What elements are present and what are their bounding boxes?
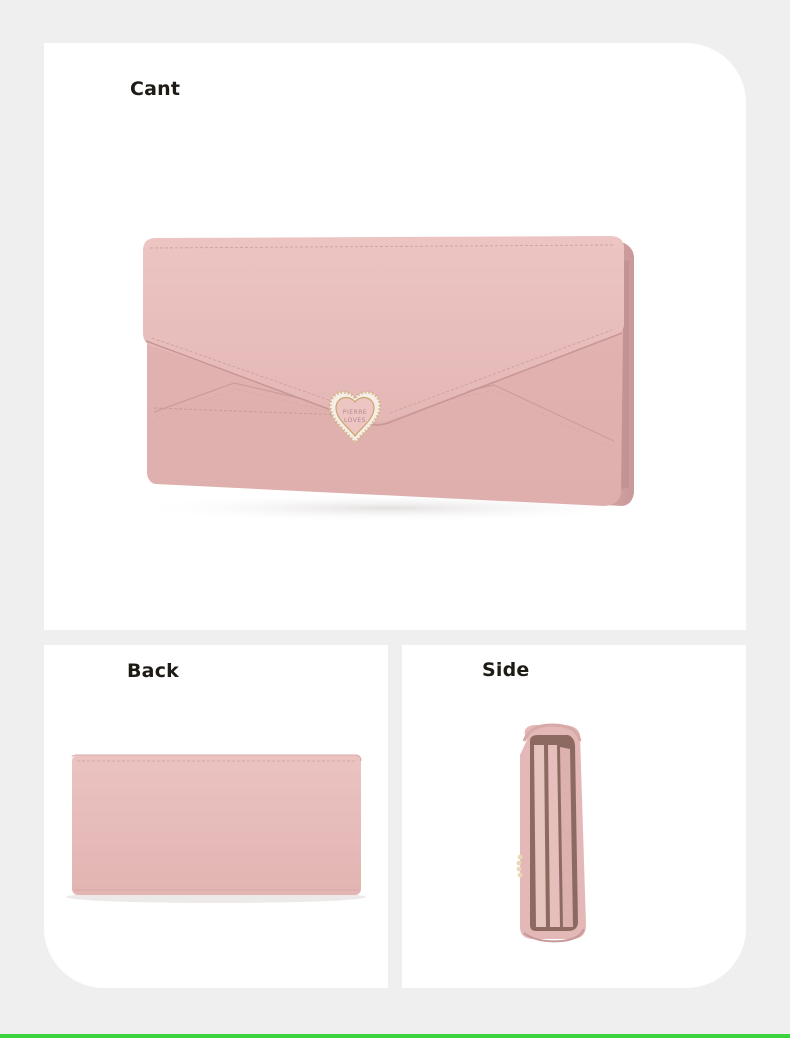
bottom-accent-line <box>0 1034 790 1038</box>
brand-line2: LOVES <box>344 417 366 424</box>
wallet-side-image <box>516 723 586 943</box>
brand-line1: PIERRE <box>343 409 367 416</box>
back-view-panel: Back <box>44 645 388 988</box>
wallet-back-image <box>66 754 366 903</box>
wallet-cant-image: PIERRE LOVES <box>129 236 649 522</box>
cant-view-panel: Cant PIERRE LOVES <box>44 43 746 630</box>
side-view-panel: Side <box>402 645 746 988</box>
